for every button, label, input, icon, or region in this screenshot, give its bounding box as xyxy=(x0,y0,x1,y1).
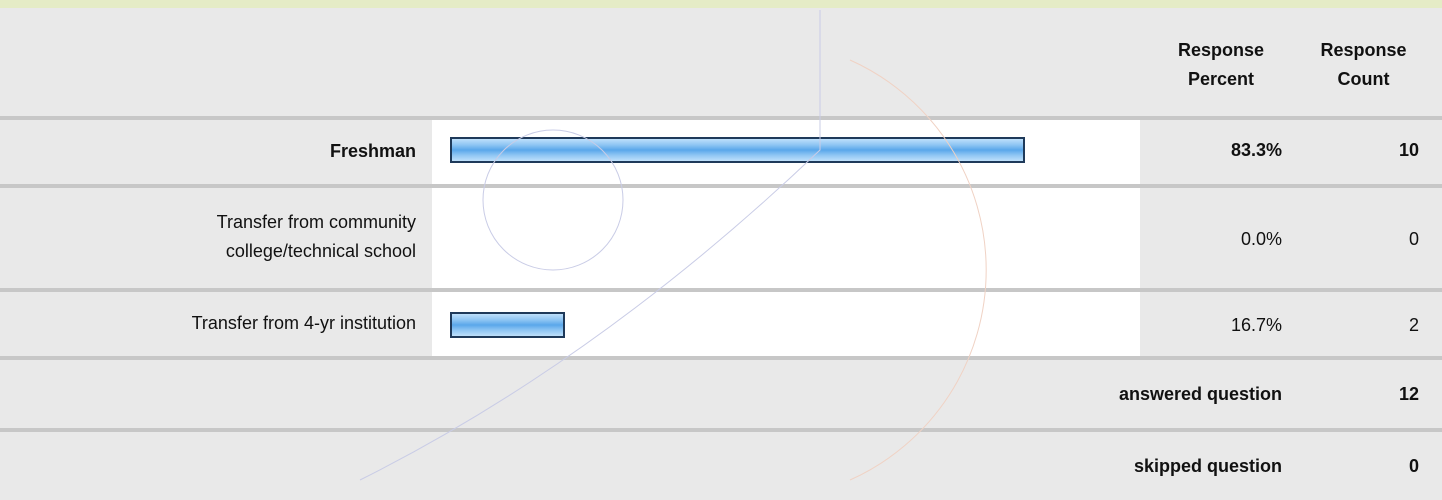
count-4yr: 2 xyxy=(1408,315,1419,335)
count-freshman: 10 xyxy=(1398,140,1419,160)
bar-freshman xyxy=(450,137,1025,163)
row-label-line: Transfer from community xyxy=(216,212,416,232)
row-label-community-college: Transfer from community college/technica… xyxy=(0,208,416,266)
answered-label: answered question xyxy=(1118,384,1282,404)
header-response-percent: Response Percent xyxy=(1150,36,1292,94)
bar-cell xyxy=(432,120,1140,184)
percent-4yr: 16.7% xyxy=(1230,315,1282,335)
skipped-row: skipped question 0 xyxy=(0,432,1442,500)
answered-count: 12 xyxy=(1398,384,1419,404)
row-label-line: college/technical school xyxy=(225,241,416,261)
table-row: Transfer from community college/technica… xyxy=(0,188,1442,288)
header-response-count: Response Count xyxy=(1295,36,1432,94)
survey-results-table: Response Percent Response Count Freshman… xyxy=(0,0,1442,500)
bar-4yr xyxy=(450,312,565,338)
table-row: Freshman 83.3% 10 xyxy=(0,120,1442,184)
skipped-count: 0 xyxy=(1408,456,1419,476)
skipped-label: skipped question xyxy=(1133,456,1282,476)
top-accent-line xyxy=(0,0,1442,8)
table-row: Transfer from 4-yr institution 16.7% 2 xyxy=(0,292,1442,356)
bar-cell xyxy=(432,292,1140,356)
row-label-4yr: Transfer from 4-yr institution xyxy=(191,313,416,333)
row-label-freshman: Freshman xyxy=(329,141,416,161)
bar-cell xyxy=(432,188,1140,288)
header-response-percent-text: Response Percent xyxy=(1177,40,1265,89)
percent-freshman: 83.3% xyxy=(1230,140,1282,160)
count-community-college: 0 xyxy=(1408,229,1419,249)
header-response-count-text: Response Count xyxy=(1320,40,1407,89)
answered-row: answered question 12 xyxy=(0,360,1442,428)
percent-community-college: 0.0% xyxy=(1240,229,1282,249)
header-row: Response Percent Response Count xyxy=(0,8,1442,116)
